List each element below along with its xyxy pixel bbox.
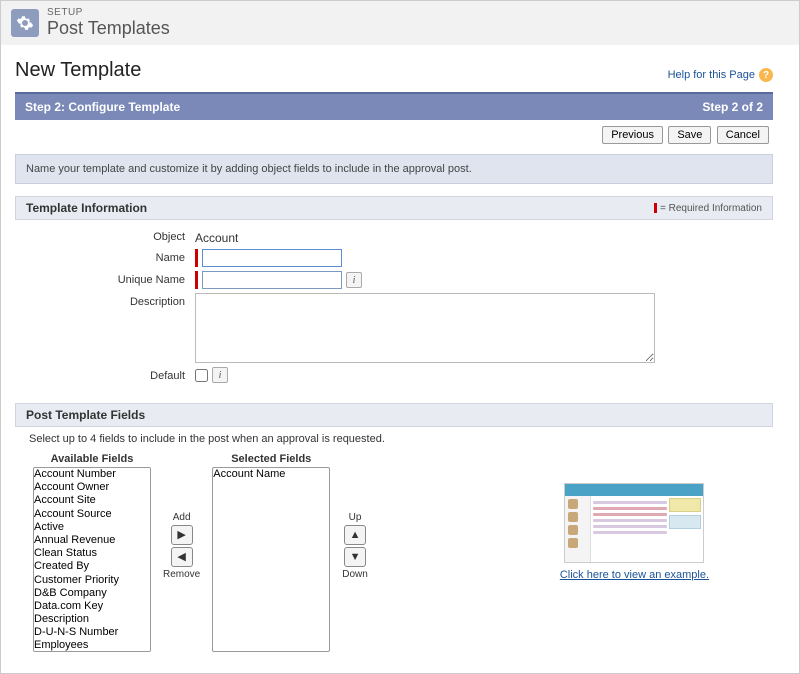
gear-icon bbox=[11, 9, 39, 37]
top-button-row: Previous Save Cancel bbox=[15, 120, 773, 150]
unique-name-label: Unique Name bbox=[15, 271, 195, 286]
header-sup: SETUP bbox=[47, 7, 170, 18]
up-label: Up bbox=[349, 512, 362, 523]
default-checkbox[interactable] bbox=[195, 369, 208, 382]
list-item[interactable]: Active bbox=[34, 521, 150, 534]
template-info-header: Template Information = Required Informat… bbox=[15, 196, 773, 220]
save-button[interactable]: Save bbox=[668, 126, 711, 144]
list-item[interactable]: Annual Revenue bbox=[34, 534, 150, 547]
list-item[interactable]: Account Site bbox=[34, 494, 150, 507]
required-indicator bbox=[195, 249, 198, 267]
selected-fields-select[interactable]: Account Name bbox=[212, 467, 330, 652]
list-item[interactable]: D&B Company bbox=[34, 587, 150, 600]
setup-header: SETUP Post Templates bbox=[1, 1, 799, 45]
info-icon[interactable]: i bbox=[346, 272, 362, 288]
list-item[interactable]: Employees bbox=[34, 639, 150, 652]
template-info-form: Object Account Name Unique Name i Descri… bbox=[15, 220, 773, 391]
list-item[interactable]: Created By bbox=[34, 560, 150, 573]
info-icon[interactable]: i bbox=[212, 367, 228, 383]
object-label: Object bbox=[15, 228, 195, 243]
object-value: Account bbox=[195, 228, 238, 245]
example-link[interactable]: Click here to view an example. bbox=[560, 569, 709, 581]
list-item[interactable]: Clean Status bbox=[34, 547, 150, 560]
remove-label: Remove bbox=[163, 569, 200, 580]
previous-button[interactable]: Previous bbox=[602, 126, 663, 144]
available-label: Available Fields bbox=[51, 453, 134, 465]
list-item[interactable]: Account Number bbox=[34, 468, 150, 481]
step-title: Step 2: Configure Template bbox=[25, 100, 180, 114]
list-item[interactable]: Description bbox=[34, 613, 150, 626]
description-label: Description bbox=[15, 293, 195, 308]
cancel-button[interactable]: Cancel bbox=[717, 126, 769, 144]
list-item[interactable]: Customer Priority bbox=[34, 574, 150, 587]
list-item[interactable]: Data.com Key bbox=[34, 600, 150, 613]
example-thumbnail bbox=[564, 483, 704, 563]
up-button[interactable]: ▲ bbox=[344, 525, 366, 545]
step-bar: Step 2: Configure Template Step 2 of 2 bbox=[15, 92, 773, 120]
content-scroll[interactable]: New Template Help for this Page ? Step 2… bbox=[1, 49, 787, 673]
list-item[interactable]: Account Name bbox=[213, 468, 329, 481]
description-textarea[interactable] bbox=[195, 293, 655, 363]
list-item[interactable]: D-U-N-S Number bbox=[34, 626, 150, 639]
dual-list-picker: Available Fields Account NumberAccount O… bbox=[15, 453, 773, 652]
step-count: Step 2 of 2 bbox=[702, 100, 763, 114]
available-fields-select[interactable]: Account NumberAccount OwnerAccount SiteA… bbox=[33, 467, 151, 652]
selected-label: Selected Fields bbox=[231, 453, 311, 465]
header-title: Post Templates bbox=[47, 18, 170, 39]
down-label: Down bbox=[342, 569, 368, 580]
help-link[interactable]: Help for this Page ? bbox=[668, 68, 773, 82]
remove-button[interactable]: ◀ bbox=[171, 547, 193, 567]
down-button[interactable]: ▼ bbox=[344, 547, 366, 567]
post-fields-header: Post Template Fields bbox=[15, 403, 773, 427]
page-title: New Template bbox=[15, 59, 141, 82]
name-label: Name bbox=[15, 249, 195, 264]
name-input[interactable] bbox=[202, 249, 342, 267]
unique-name-input[interactable] bbox=[202, 271, 342, 289]
list-item[interactable]: Account Source bbox=[34, 508, 150, 521]
fields-subtext: Select up to 4 fields to include in the … bbox=[15, 427, 773, 453]
help-icon: ? bbox=[759, 68, 773, 82]
instruction-text: Name your template and customize it by a… bbox=[15, 154, 773, 184]
required-legend: = Required Information bbox=[654, 203, 762, 214]
required-indicator bbox=[195, 271, 198, 289]
default-label: Default bbox=[15, 367, 195, 382]
list-item[interactable]: Account Owner bbox=[34, 481, 150, 494]
add-label: Add bbox=[173, 512, 191, 523]
add-button[interactable]: ▶ bbox=[171, 525, 193, 545]
